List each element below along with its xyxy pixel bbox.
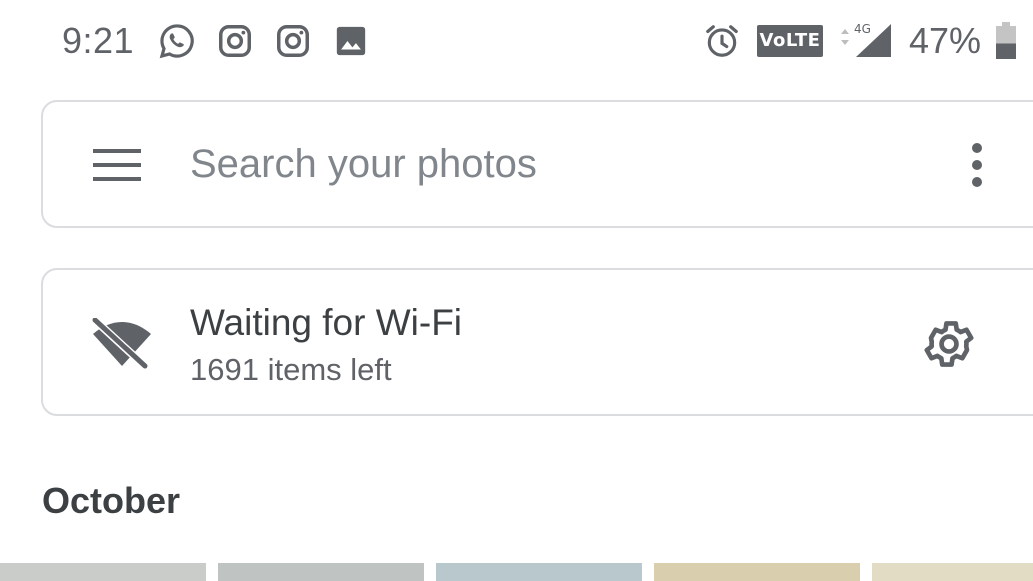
gear-icon[interactable] — [921, 316, 977, 377]
search-bar[interactable]: Search your photos — [41, 100, 1033, 228]
section-title-october: October — [42, 480, 181, 521]
photo-grid — [0, 563, 1033, 581]
volte-badge: VoLTE — [757, 25, 823, 57]
search-input[interactable]: Search your photos — [190, 142, 537, 187]
photo-thumbnail[interactable] — [436, 563, 642, 581]
photo-thumbnail[interactable] — [654, 563, 860, 581]
instagram-icon — [216, 22, 254, 65]
battery-icon — [994, 22, 1018, 65]
network-type-label: 4G — [854, 22, 871, 36]
alarm-icon — [703, 22, 741, 65]
backup-status-card[interactable]: Waiting for Wi-Fi 1691 items left — [41, 268, 1033, 416]
photo-thumbnail[interactable] — [218, 563, 424, 581]
instagram-icon — [274, 22, 312, 65]
whatsapp-icon — [158, 22, 196, 65]
photo-thumbnail[interactable] — [0, 563, 206, 581]
wifi-off-icon — [91, 317, 153, 375]
backup-status-title: Waiting for Wi-Fi — [190, 302, 463, 343]
signal-icon: 4G — [836, 20, 892, 65]
image-icon — [334, 24, 368, 63]
backup-items-left: 1691 items left — [190, 352, 392, 387]
photo-thumbnail[interactable] — [872, 563, 1033, 581]
menu-icon[interactable] — [93, 148, 143, 187]
battery-percent: 47% — [909, 20, 982, 61]
status-bar: 9:21 VoLTE 4G 47% — [0, 0, 1033, 82]
status-time: 9:21 — [62, 20, 135, 61]
more-vert-icon[interactable] — [965, 142, 989, 193]
